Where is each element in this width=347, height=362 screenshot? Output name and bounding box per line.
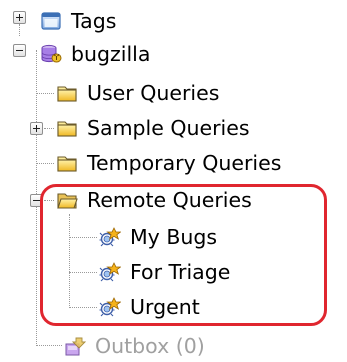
tree-line xyxy=(36,345,62,346)
tree-node-tags[interactable]: Tags xyxy=(40,5,116,37)
open-folder-icon xyxy=(57,193,78,209)
tree-line xyxy=(44,200,54,201)
tree-node-for-triage[interactable]: For Triage xyxy=(99,256,230,288)
tree-node-temporary-queries[interactable]: Temporary Queries xyxy=(56,147,281,179)
tree-node-sample-queries[interactable]: Sample Queries xyxy=(56,112,250,144)
urgent-label: Urgent xyxy=(130,295,200,319)
outbox-label: Outbox (0) xyxy=(95,334,205,358)
temporary-queries-label: Temporary Queries xyxy=(87,151,282,175)
tags-expand-toggle[interactable] xyxy=(13,11,26,24)
remote-query-icon xyxy=(99,227,121,247)
tree-node-remote-queries[interactable]: Remote Queries xyxy=(56,184,252,216)
for-triage-label: For Triage xyxy=(130,260,231,284)
tree-line xyxy=(36,163,54,164)
tree-node-user-queries[interactable]: User Queries xyxy=(56,77,219,109)
remote-query-icon xyxy=(99,297,121,317)
tree-line xyxy=(36,93,54,94)
tags-label: Tags xyxy=(71,9,117,33)
tree-line xyxy=(69,214,70,308)
sample-queries-expand-toggle[interactable] xyxy=(30,122,43,135)
user-queries-label: User Queries xyxy=(87,81,220,105)
tree-line xyxy=(69,237,97,238)
sample-queries-label: Sample Queries xyxy=(87,116,250,140)
bugzilla-label: bugzilla xyxy=(71,42,151,66)
queries-tree: Tags bugzilla User Queries Sample Querie… xyxy=(0,0,347,360)
folder-icon xyxy=(57,121,77,137)
remote-queries-collapse-toggle[interactable] xyxy=(30,194,43,207)
tree-line xyxy=(19,24,20,36)
folder-icon xyxy=(57,86,77,102)
tree-line xyxy=(69,307,97,308)
remote-query-icon xyxy=(99,262,121,282)
bugzilla-collapse-toggle[interactable] xyxy=(13,44,26,57)
tree-node-urgent[interactable]: Urgent xyxy=(99,291,200,323)
tree-line xyxy=(69,272,97,273)
window-icon xyxy=(41,12,61,30)
tree-node-bugzilla[interactable]: bugzilla xyxy=(40,38,150,70)
folder-icon xyxy=(57,156,77,172)
my-bugs-label: My Bugs xyxy=(130,225,218,249)
tree-line xyxy=(44,128,54,129)
outbox-icon xyxy=(65,337,86,356)
database-icon xyxy=(41,44,62,63)
tree-node-outbox[interactable]: Outbox (0) xyxy=(64,330,205,362)
remote-queries-label: Remote Queries xyxy=(87,188,252,212)
tree-node-my-bugs[interactable]: My Bugs xyxy=(99,221,217,253)
